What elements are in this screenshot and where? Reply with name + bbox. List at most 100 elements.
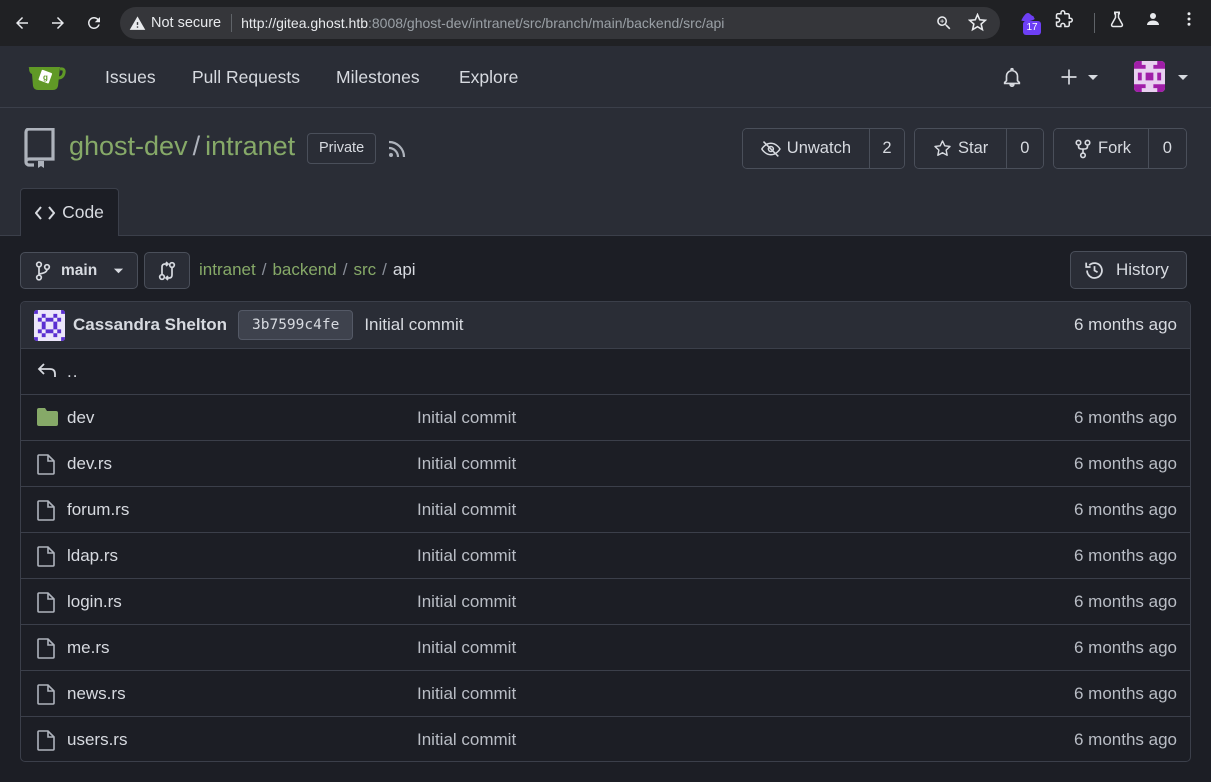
create-new-dropdown[interactable] [1059, 67, 1099, 87]
back-button[interactable] [4, 5, 40, 41]
profile-icon[interactable] [1144, 10, 1162, 28]
file-commit-message[interactable]: Initial commit [417, 638, 516, 658]
security-status-label[interactable]: Not secure [151, 15, 221, 31]
file-name-link[interactable]: forum.rs [67, 500, 129, 520]
nav-milestones-link[interactable]: Milestones [336, 67, 420, 88]
nav-pull-requests-link[interactable]: Pull Requests [192, 67, 300, 88]
file-commit-message[interactable]: Initial commit [417, 592, 516, 612]
file-name-link[interactable]: ldap.rs [67, 546, 118, 566]
commit-message[interactable]: Initial commit [364, 315, 463, 335]
unwatch-button[interactable]: Unwatch [743, 129, 869, 168]
file-icon [37, 638, 55, 659]
fork-button[interactable]: Fork [1054, 129, 1148, 168]
nav-issues-link[interactable]: Issues [105, 67, 156, 88]
parent-directory-row[interactable]: .. [21, 349, 1190, 395]
repo-name-link[interactable]: intranet [205, 131, 295, 162]
warning-icon [129, 15, 146, 32]
file-row: news.rs Initial commit 6 months ago [21, 671, 1190, 717]
forks-count[interactable]: 0 [1147, 129, 1186, 168]
star-icon [934, 140, 951, 157]
file-commit-time: 6 months ago [1073, 500, 1177, 519]
file-commit-message[interactable]: Initial commit [417, 408, 516, 428]
file-row: dev Initial commit 6 months ago [21, 395, 1190, 441]
url-text[interactable]: http://gitea.ghost.htb:8008/ghost-dev/in… [241, 15, 724, 31]
plus-icon [1061, 69, 1077, 85]
tab-code[interactable]: Code [20, 188, 119, 236]
breadcrumb-link-backend[interactable]: backend [272, 260, 336, 280]
extensions-puzzle-icon[interactable] [1055, 10, 1073, 28]
code-icon [35, 205, 56, 220]
file-name-link[interactable]: login.rs [67, 592, 122, 612]
file-commit-time: 6 months ago [1073, 684, 1177, 703]
user-menu-dropdown[interactable] [1134, 61, 1189, 92]
watchers-count[interactable]: 2 [869, 129, 904, 168]
file-name-link[interactable]: users.rs [67, 730, 127, 750]
file-row: ldap.rs Initial commit 6 months ago [21, 533, 1190, 579]
file-icon [37, 730, 55, 751]
fork-group: Fork 0 [1053, 128, 1187, 169]
repo-owner-link[interactable]: ghost-dev [69, 131, 188, 162]
file-name-link[interactable]: news.rs [67, 684, 126, 704]
file-commit-message[interactable]: Initial commit [417, 454, 516, 474]
breadcrumb-separator: / [382, 260, 387, 279]
file-row: forum.rs Initial commit 6 months ago [21, 487, 1190, 533]
breadcrumb-current: api [392, 260, 416, 279]
file-commit-message[interactable]: Initial commit [417, 730, 516, 750]
caret-down-icon [1088, 75, 1098, 80]
file-name-link[interactable]: dev.rs [67, 454, 112, 474]
file-name-link[interactable]: me.rs [67, 638, 110, 658]
extension-badge: 17 [1023, 21, 1041, 35]
star-group: Star 0 [914, 128, 1044, 169]
address-bar[interactable]: Not secure http://gitea.ghost.htb:8008/g… [120, 7, 1000, 39]
tab-code-label: Code [62, 202, 104, 222]
file-row: me.rs Initial commit 6 months ago [21, 625, 1190, 671]
rss-feed-icon[interactable] [387, 139, 407, 159]
labs-flask-icon[interactable] [1108, 10, 1126, 28]
notifications-bell-icon[interactable] [1001, 66, 1023, 88]
breadcrumb-link-src[interactable]: src [353, 260, 376, 280]
svg-text:g: g [43, 73, 48, 82]
caret-down-icon [114, 268, 124, 274]
parent-directory-link[interactable]: .. [67, 362, 78, 382]
branch-name: main [61, 261, 98, 279]
commit-author-avatar[interactable] [34, 309, 65, 341]
file-commit-time: 6 months ago [1073, 638, 1177, 657]
file-commit-message[interactable]: Initial commit [417, 546, 516, 566]
site-navbar: g Issues Pull Requests Milestones Explor… [0, 46, 1211, 108]
commit-sha-label[interactable]: 3b7599c4fe [238, 310, 354, 340]
file-commit-message[interactable]: Initial commit [417, 684, 516, 704]
bookmark-star-icon[interactable] [968, 13, 987, 32]
zoom-icon[interactable] [935, 14, 953, 32]
nav-explore-link[interactable]: Explore [459, 67, 518, 88]
branch-selector[interactable]: main [20, 252, 138, 289]
user-avatar [1134, 61, 1165, 92]
browser-menu-icon[interactable] [1180, 10, 1198, 28]
commit-author-name[interactable]: Cassandra Shelton [73, 315, 227, 335]
file-list: Cassandra Shelton 3b7599c4fe Initial com… [20, 301, 1191, 762]
file-commit-time: 6 months ago [1073, 454, 1177, 473]
gitea-logo-icon[interactable]: g [28, 60, 66, 94]
file-icon [37, 684, 55, 705]
back-arrow-icon [16, 17, 28, 29]
breadcrumb-link-intranet[interactable]: intranet [199, 260, 256, 280]
history-button[interactable]: History [1070, 251, 1187, 289]
browser-toolbar: Not secure http://gitea.ghost.htb:8008/g… [0, 0, 1211, 46]
fork-icon [1075, 139, 1091, 158]
star-button[interactable]: Star [915, 129, 1006, 168]
watch-group: Unwatch 2 [742, 128, 905, 169]
reload-button[interactable] [76, 5, 112, 41]
file-commit-message[interactable]: Initial commit [417, 500, 516, 520]
file-name-link[interactable]: dev [67, 408, 94, 428]
toolbar-divider [1094, 13, 1095, 33]
breadcrumb-separator: / [261, 260, 267, 279]
file-icon [37, 546, 55, 567]
caret-down-icon [1178, 74, 1188, 80]
compare-button[interactable] [144, 252, 190, 289]
breadcrumb: intranet / backend / src / api [199, 260, 416, 280]
repo-title-separator: / [192, 131, 201, 161]
forward-button[interactable] [40, 5, 76, 41]
commit-time: 6 months ago [1073, 315, 1177, 334]
repo-icon [22, 128, 56, 168]
stars-count[interactable]: 0 [1005, 129, 1043, 168]
breadcrumb-separator: / [342, 260, 348, 279]
